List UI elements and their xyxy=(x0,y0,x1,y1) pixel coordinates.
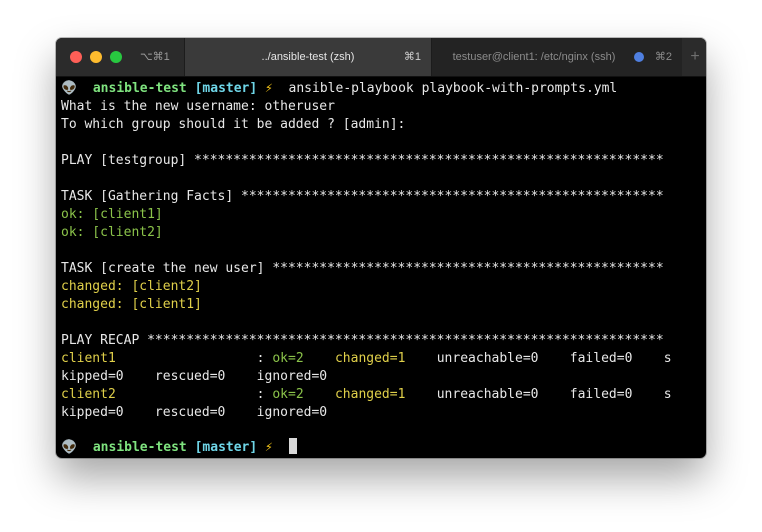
task-header: TASK [Gathering Facts] *****************… xyxy=(61,189,664,204)
play-header: PLAY [testgroup] ***********************… xyxy=(61,153,664,168)
recap-host: client2 xyxy=(61,387,116,402)
prompt-question-username: What is the new username: otheruser xyxy=(61,98,335,116)
task-result: ok: [client1] xyxy=(61,207,163,222)
prompt-directory: ansible-test xyxy=(92,81,187,96)
question-answer: otheruser xyxy=(264,99,335,114)
recap-separator: : xyxy=(115,351,273,366)
lightning-icon: ⚡ xyxy=(265,440,273,455)
recap-changed: changed=1 xyxy=(334,351,406,366)
tab-shortcut: ⌘2 xyxy=(654,51,672,63)
task-header: TASK [create the new user] *************… xyxy=(61,261,664,276)
text-cursor xyxy=(288,438,297,454)
recap-ok: ok=2 xyxy=(272,351,304,366)
tab-title: ../ansible-test (zsh) xyxy=(261,51,355,63)
recap-ok: ok=2 xyxy=(272,387,304,402)
tab-ssh[interactable]: testuser@client1: /etc/nginx (ssh) ⌘2 xyxy=(432,38,682,76)
alien-icon: 👽 xyxy=(61,440,78,455)
command-text: ansible-playbook playbook-with-prompts.y… xyxy=(288,81,618,96)
terminal-output[interactable]: 👽 ansible-test [master] ⚡ ansible-playbo… xyxy=(56,76,706,458)
recap-row: client2 : ok=2 changed=1 unreachable=0 f… xyxy=(61,386,672,404)
recap-rest: unreachable=0 failed=0 s xyxy=(405,351,672,366)
recap-row-continued: kipped=0 rescued=0 ignored=0 xyxy=(61,369,328,384)
close-window-button[interactable] xyxy=(70,51,82,63)
prompt-git-branch: [master] xyxy=(194,81,258,96)
tab-title: testuser@client1: /etc/nginx (ssh) xyxy=(452,51,616,63)
recap-rest: unreachable=0 failed=0 s xyxy=(405,387,672,402)
prompt-question-group: To which group should it be added ? [adm… xyxy=(61,117,406,132)
activity-dot-icon xyxy=(634,52,644,62)
recap-row: client1 : ok=2 changed=1 unreachable=0 f… xyxy=(61,350,672,368)
new-tab-button[interactable]: + xyxy=(684,38,706,76)
alien-icon: 👽 xyxy=(61,81,78,96)
title-bar: ⌥⌘1 ../ansible-test (zsh) ⌘1 testuser@cl… xyxy=(56,38,706,77)
prompt-git-branch: [master] xyxy=(194,440,258,455)
tab-zsh[interactable]: ../ansible-test (zsh) ⌘1 xyxy=(184,38,432,76)
recap-row-continued: kipped=0 rescued=0 ignored=0 xyxy=(61,405,328,420)
lightning-icon: ⚡ xyxy=(265,81,273,96)
recap-separator: : xyxy=(115,387,273,402)
tab-shortcut: ⌘1 xyxy=(403,51,421,63)
recap-gap xyxy=(304,351,335,366)
task-result: ok: [client2] xyxy=(61,225,163,240)
task-result: changed: [client2] xyxy=(61,279,202,294)
recap-header: PLAY RECAP *****************************… xyxy=(61,333,664,348)
window-shortcut-label: ⌥⌘1 xyxy=(140,51,170,63)
recap-changed: changed=1 xyxy=(334,387,406,402)
maximize-window-button[interactable] xyxy=(110,51,122,63)
recap-host: client1 xyxy=(61,351,116,366)
question-label: What is the new username: xyxy=(61,99,257,114)
command-line: 👽 ansible-test [master] ⚡ ansible-playbo… xyxy=(61,80,617,98)
prompt-directory: ansible-test xyxy=(92,440,187,455)
task-result: changed: [client1] xyxy=(61,297,202,312)
current-prompt-line[interactable]: 👽 ansible-test [master] ⚡ xyxy=(61,438,297,456)
recap-gap xyxy=(304,387,335,402)
terminal-window: ⌥⌘1 ../ansible-test (zsh) ⌘1 testuser@cl… xyxy=(56,38,706,458)
minimize-window-button[interactable] xyxy=(90,51,102,63)
